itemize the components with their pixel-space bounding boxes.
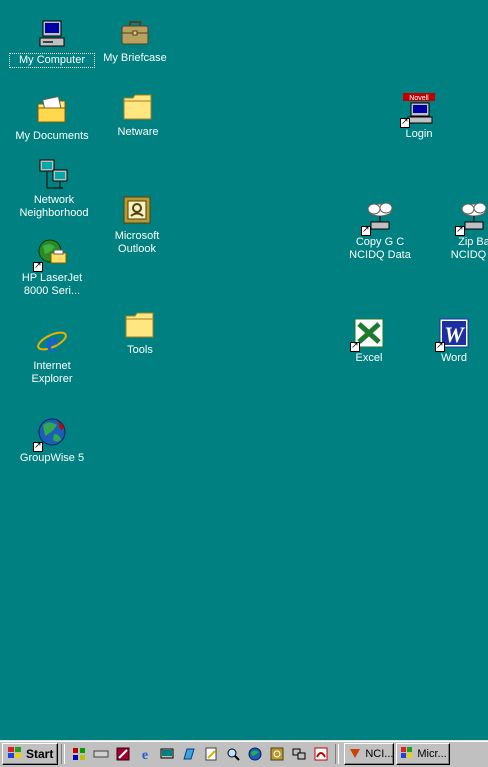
svg-text:e: e	[46, 327, 58, 358]
start-button[interactable]: Start	[2, 743, 59, 765]
novell-badge-text: Novell	[409, 95, 429, 102]
quicklaunch-outlook-icon[interactable]	[268, 745, 286, 763]
quicklaunch-notepad-icon[interactable]	[202, 745, 220, 763]
documents-folder-icon	[35, 94, 69, 128]
quicklaunch-network-icon[interactable]	[290, 745, 308, 763]
taskbar-button-nci[interactable]: NCI...	[344, 743, 395, 765]
shortcut-arrow-icon	[400, 116, 410, 128]
computer-icon	[35, 18, 69, 52]
my-computer-label: My Computer	[9, 53, 95, 68]
my-documents-label: My Documents	[15, 130, 89, 142]
copy-ncidq-icon-item[interactable]: Copy G C NCIDQ Data	[338, 200, 422, 262]
microsoft-outlook-icon-item[interactable]: Microsoft Outlook	[95, 194, 179, 256]
taskbar-button-micr[interactable]: Micr...	[396, 743, 451, 765]
windows-task-icon	[400, 746, 414, 763]
quicklaunch-channels-icon[interactable]	[180, 745, 198, 763]
svg-text:e: e	[142, 748, 148, 762]
my-briefcase-icon-item[interactable]: My Briefcase	[93, 16, 177, 65]
shortcut-arrow-icon	[33, 260, 43, 272]
folder-icon	[121, 90, 155, 124]
netware-folder-item[interactable]: Netware	[96, 90, 180, 139]
copy-ncidq-label: Copy G C NCIDQ Data	[349, 236, 411, 261]
tools-folder-item[interactable]: Tools	[98, 308, 182, 357]
word-label: Word	[440, 352, 468, 364]
quicklaunch-desktop-icon[interactable]	[158, 745, 176, 763]
my-briefcase-label: My Briefcase	[103, 52, 167, 64]
quicklaunch-pdf-icon[interactable]	[312, 745, 330, 763]
taskbar: Start e NCI... Micr...	[0, 740, 488, 767]
briefcase-icon	[118, 16, 152, 50]
login-label: Login	[405, 128, 433, 140]
task-label: NCI...	[365, 748, 394, 760]
windows-logo-icon	[7, 746, 23, 763]
shortcut-arrow-icon	[350, 340, 360, 352]
internet-explorer-label: Internet Explorer	[31, 360, 73, 385]
svg-text:W: W	[444, 322, 465, 347]
internet-explorer-icon-item[interactable]: e Internet Explorer	[10, 324, 94, 386]
netware-label: Netware	[117, 126, 159, 138]
microsoft-outlook-label: Microsoft Outlook	[114, 230, 160, 255]
internet-explorer-icon: e	[35, 324, 69, 358]
groupwise-globe-icon	[33, 416, 69, 452]
word-icon: W	[435, 316, 471, 352]
start-label: Start	[26, 747, 54, 761]
desktop: My Computer My Documents Network Neighbo…	[0, 0, 488, 740]
login-icon-item[interactable]: Novell Login	[377, 92, 461, 141]
network-neighborhood-icon-item[interactable]: Network Neighborhood	[12, 158, 96, 220]
quicklaunch-drive-icon[interactable]	[92, 745, 110, 763]
taskbar-separator	[61, 744, 66, 764]
quicklaunch-search-icon[interactable]	[224, 745, 242, 763]
folder-icon	[123, 308, 157, 342]
quicklaunch-apps-icon[interactable]	[70, 745, 88, 763]
network-drive-cloud-icon	[361, 200, 397, 236]
excel-label: Excel	[355, 352, 383, 364]
shortcut-arrow-icon	[435, 340, 445, 352]
hp-laserjet-icon-item[interactable]: HP LaserJet 8000 Seri...	[10, 236, 94, 298]
my-documents-icon-item[interactable]: My Documents	[10, 94, 94, 143]
app-task-icon	[348, 746, 362, 763]
tools-label: Tools	[127, 344, 153, 356]
network-drive-cloud-icon	[455, 200, 488, 236]
shortcut-arrow-icon	[455, 224, 465, 236]
outlook-icon	[120, 194, 154, 228]
network-neighborhood-label: Network Neighborhood	[19, 194, 89, 219]
zip-ncidq-icon-item[interactable]: Zip Ba NCIDQ D	[432, 200, 488, 262]
printer-globe-icon	[33, 236, 69, 272]
shortcut-arrow-icon	[33, 440, 43, 452]
groupwise-label: GroupWise 5	[19, 452, 85, 464]
my-computer-icon-item[interactable]: My Computer	[9, 18, 95, 68]
novell-login-icon: Novell	[400, 92, 436, 128]
groupwise-icon-item[interactable]: GroupWise 5	[10, 416, 94, 465]
taskbar-separator	[335, 744, 340, 764]
shortcut-arrow-icon	[361, 224, 371, 236]
quicklaunch-ie-icon[interactable]: e	[136, 745, 154, 763]
excel-icon	[350, 316, 386, 352]
network-computers-icon	[37, 158, 71, 192]
zip-ncidq-label: Zip Ba NCIDQ D	[450, 236, 488, 261]
hp-laserjet-label: HP LaserJet 8000 Seri...	[21, 272, 83, 297]
quicklaunch-globe-icon[interactable]	[246, 745, 264, 763]
word-icon-item[interactable]: W Word	[412, 316, 488, 365]
task-label: Micr...	[417, 748, 447, 760]
excel-icon-item[interactable]: Excel	[327, 316, 411, 365]
quicklaunch-pen-icon[interactable]	[114, 745, 132, 763]
